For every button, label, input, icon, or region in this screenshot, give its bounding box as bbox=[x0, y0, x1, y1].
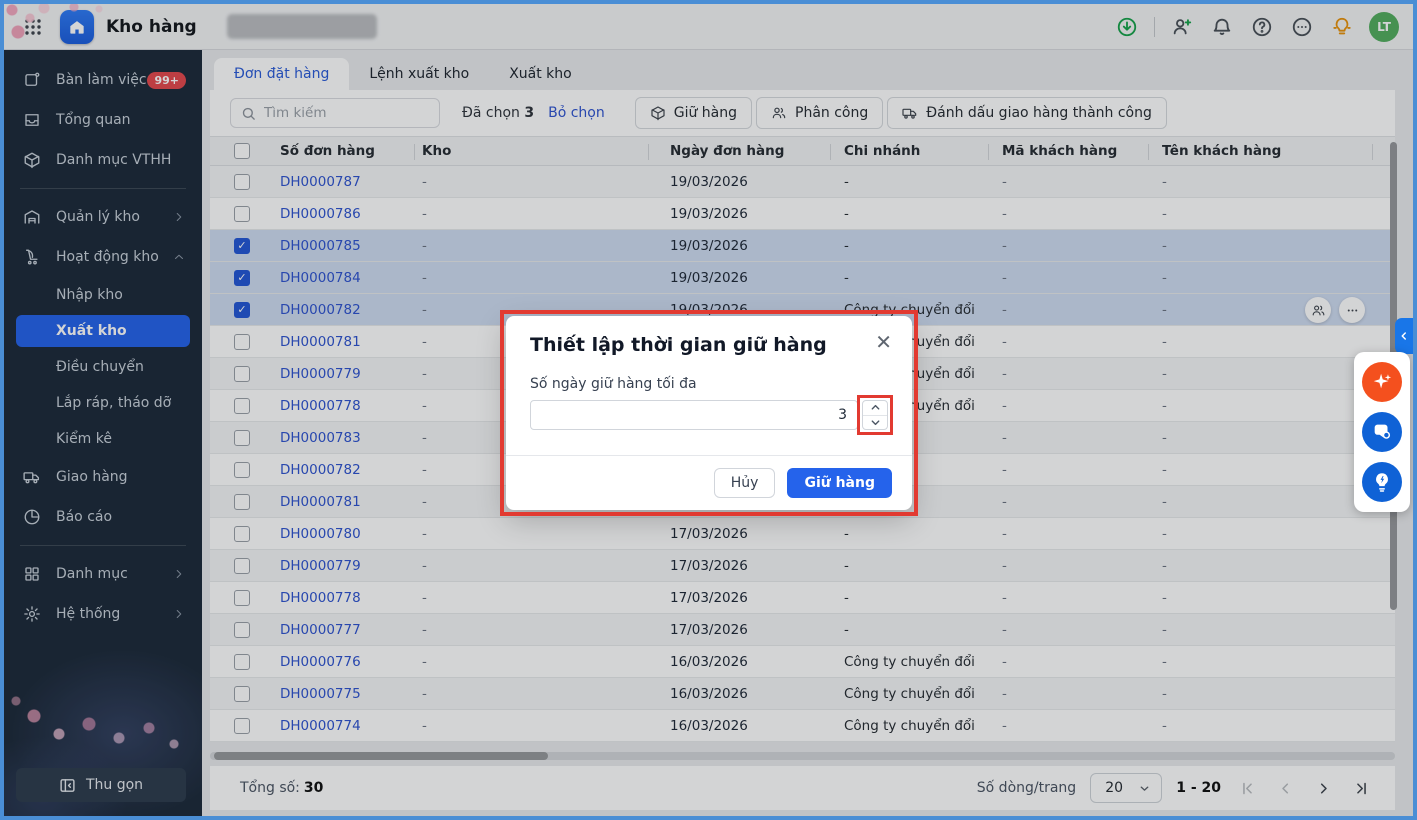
app-window: Kho hàng LT Bàn bbox=[0, 0, 1417, 820]
stepper-up-button[interactable] bbox=[863, 401, 887, 416]
floating-help-panel bbox=[1354, 352, 1410, 512]
confirm-hold-button[interactable]: Giữ hàng bbox=[787, 468, 892, 498]
cancel-button[interactable]: Hủy bbox=[714, 468, 776, 498]
hold-time-modal: Thiết lập thời gian giữ hàng ✕ Số ngày g… bbox=[506, 316, 912, 510]
modal-title: Thiết lập thời gian giữ hàng bbox=[530, 334, 888, 356]
hold-days-input[interactable] bbox=[530, 400, 858, 430]
stepper-down-button[interactable] bbox=[863, 416, 887, 430]
ai-assistant-button[interactable] bbox=[1362, 362, 1402, 402]
expand-panel-tab[interactable] bbox=[1395, 318, 1413, 354]
chat-support-button[interactable] bbox=[1362, 412, 1402, 452]
hold-days-label: Số ngày giữ hàng tối đa bbox=[530, 376, 888, 392]
modal-footer: Hủy Giữ hàng bbox=[506, 455, 912, 510]
close-icon[interactable]: ✕ bbox=[875, 332, 892, 352]
number-stepper bbox=[862, 400, 888, 430]
idea-lightbulb-button[interactable] bbox=[1362, 462, 1402, 502]
